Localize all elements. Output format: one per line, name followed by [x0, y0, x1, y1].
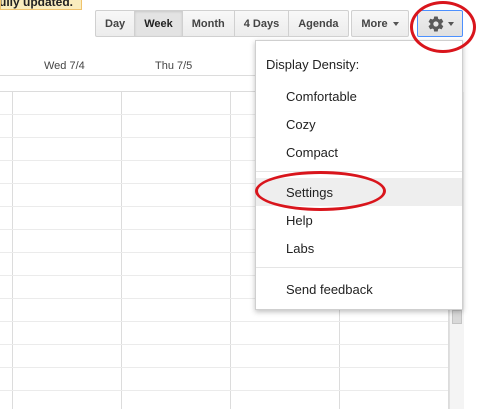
gear-icon	[428, 15, 443, 32]
menu-separator	[256, 267, 462, 268]
hour-line	[0, 390, 448, 391]
view-4days-button[interactable]: 4 Days	[234, 10, 290, 37]
chevron-down-icon	[392, 21, 399, 26]
menu-item-settings[interactable]: Settings	[256, 178, 462, 206]
day-header-wed: Wed 7/4	[44, 60, 85, 72]
menu-separator	[256, 171, 462, 172]
chevron-down-icon	[447, 21, 454, 26]
view-day-button[interactable]: Day	[95, 10, 136, 37]
column-divider	[230, 91, 231, 409]
menu-item-cozy[interactable]: Cozy	[256, 110, 462, 138]
more-button[interactable]: More	[351, 10, 409, 37]
menu-item-help[interactable]: Help	[256, 206, 462, 234]
calendar-toolbar: Day Week Month 4 Days Agenda More	[0, 10, 480, 38]
view-switcher: Day Week Month 4 Days Agenda	[95, 10, 349, 37]
menu-item-labs[interactable]: Labs	[256, 234, 462, 262]
menu-item-compact[interactable]: Compact	[256, 138, 462, 166]
update-notice: ully updated.	[0, 0, 82, 10]
display-density-heading: Display Density:	[266, 57, 360, 72]
view-agenda-button[interactable]: Agenda	[289, 10, 349, 37]
hour-line	[0, 344, 448, 345]
hour-line	[0, 367, 448, 368]
more-button-label: More	[361, 17, 388, 30]
menu-item-comfortable[interactable]: Comfortable	[256, 82, 462, 110]
scrollbar-thumb[interactable]	[452, 310, 462, 324]
view-month-button[interactable]: Month	[182, 10, 235, 37]
column-divider	[12, 91, 13, 409]
update-notice-text: ully updated.	[0, 0, 74, 9]
column-divider	[121, 91, 122, 409]
menu-item-send-feedback[interactable]: Send feedback	[256, 275, 462, 303]
day-header-thu: Thu 7/5	[155, 60, 193, 72]
settings-dropdown-menu: Display Density: Comfortable Cozy Compac…	[255, 40, 463, 310]
view-week-button[interactable]: Week	[135, 10, 183, 37]
settings-menu-button[interactable]	[417, 10, 463, 37]
hour-line	[0, 321, 448, 322]
